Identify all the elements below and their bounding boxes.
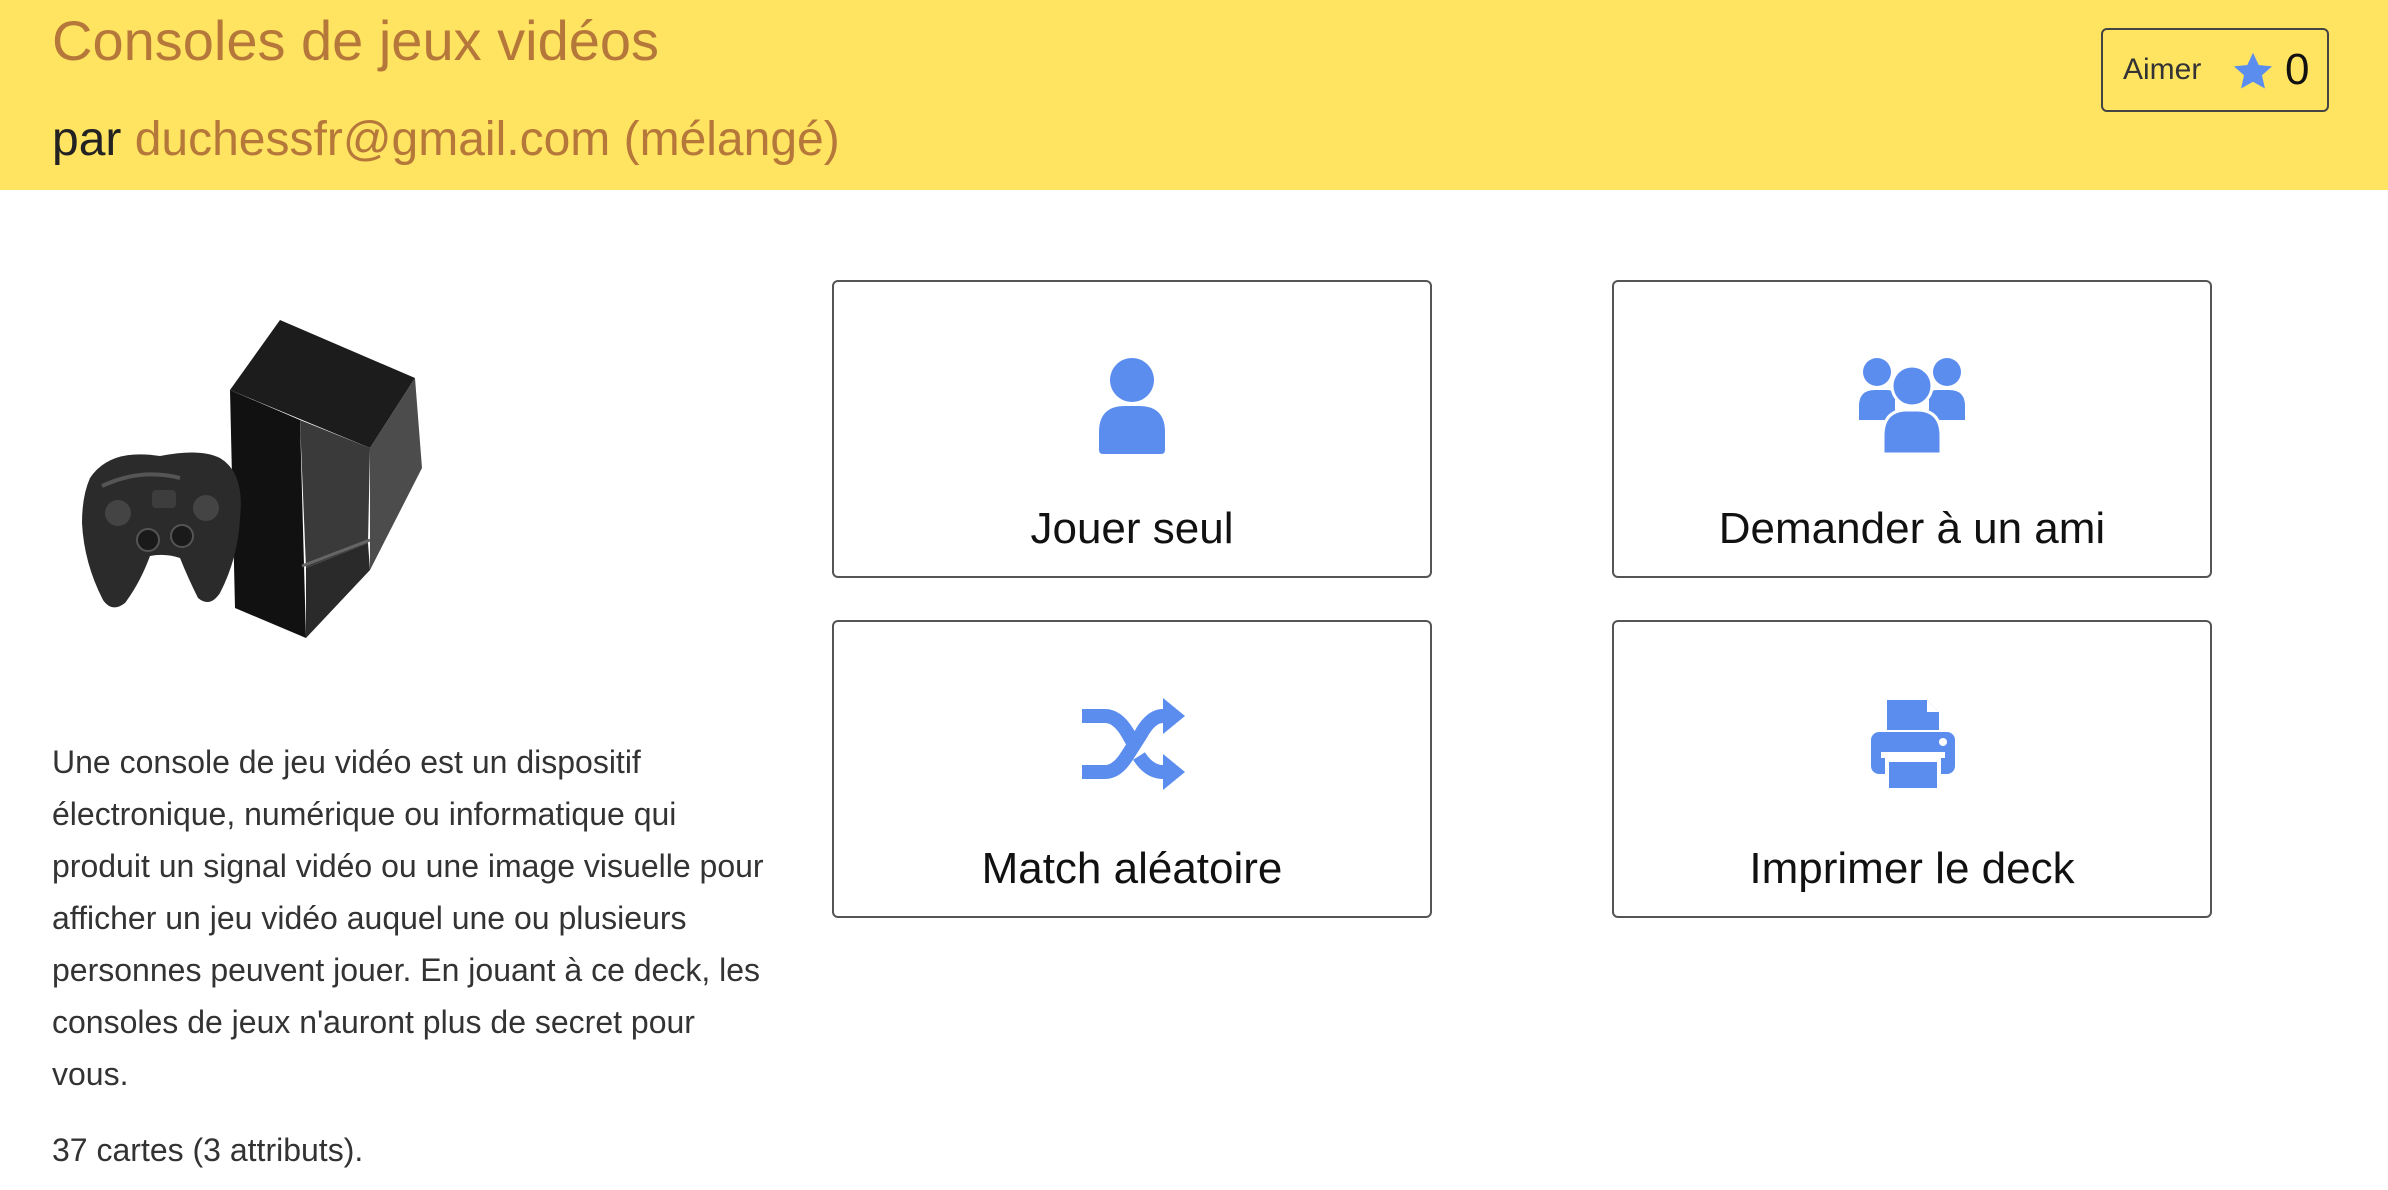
ask-friend-label: Demander à un ami	[1718, 504, 2106, 553]
random-match-button[interactable]: Match aléatoire	[832, 620, 1432, 918]
header: Consoles de jeux vidéos par duchessfr@gm…	[0, 0, 2388, 190]
play-solo-label: Jouer seul	[1030, 504, 1234, 553]
play-solo-button[interactable]: Jouer seul	[832, 280, 1432, 578]
star-icon	[2233, 52, 2273, 89]
print-icon	[1871, 700, 1955, 792]
like-count: 0	[2285, 45, 2310, 94]
print-deck-label: Imprimer le deck	[1749, 844, 2075, 893]
shuffle-icon	[1082, 698, 1185, 790]
random-match-label: Match aléatoire	[981, 844, 1283, 893]
game-console-image	[82, 320, 422, 638]
like-button[interactable]: Aimer 0	[2101, 28, 2329, 112]
like-label: Aimer	[2123, 53, 2202, 86]
print-deck-button[interactable]: Imprimer le deck	[1612, 620, 2212, 918]
deck-description: Une console de jeu vidéo est un disposit…	[52, 744, 764, 1092]
card-count: 37 cartes (3 attributs).	[52, 1132, 364, 1168]
user-icon	[1099, 358, 1165, 454]
users-icon	[1859, 358, 1965, 454]
byline-prefix: par	[52, 113, 122, 166]
deck-title: Consoles de jeux vidéos	[52, 9, 660, 72]
author-link[interactable]: duchessfr@gmail.com (mélangé)	[135, 113, 840, 166]
ask-friend-button[interactable]: Demander à un ami	[1612, 280, 2212, 578]
byline: par duchessfr@gmail.com (mélangé)	[52, 112, 840, 167]
